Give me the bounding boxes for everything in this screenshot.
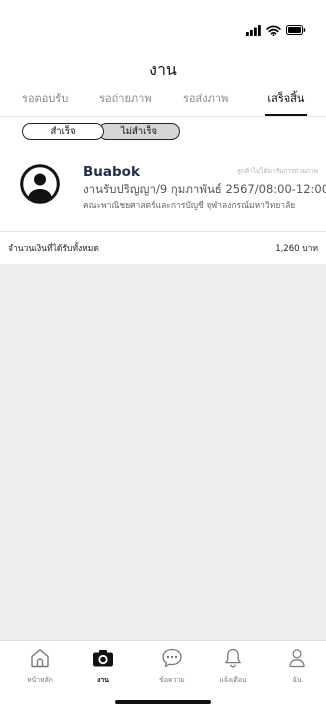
nav-label: ฉัน [292, 676, 302, 684]
bottom-nav: หน้าหลัก งาน ข้อความ แจ้งเตือน ฉัน [0, 640, 326, 708]
tab-awaiting-delivery[interactable]: รอส่งภาพ [166, 89, 246, 117]
signal-icon [246, 24, 261, 36]
nav-label: ข้อความ [159, 676, 185, 684]
camera-icon [91, 647, 115, 669]
tab-label: รอถ่ายภาพ [99, 92, 152, 105]
card-divider [0, 231, 326, 232]
tab-label: รอตอบรับ [22, 92, 69, 105]
page-title: งาน [149, 60, 177, 79]
nav-item-messages[interactable]: ข้อความ [144, 647, 200, 685]
tab-awaiting-acceptance[interactable]: รอตอบรับ [5, 89, 85, 117]
total-earnings-label: จำนวนเงินที่ได้รับทั้งหมด [8, 244, 99, 254]
chat-icon [160, 647, 184, 669]
tab-label: เสร็จสิ้น [267, 92, 305, 105]
wifi-icon [266, 25, 281, 36]
filter-successful-button[interactable]: สำเร็จ [22, 123, 104, 140]
total-earnings-amount: 1,260 บาท [275, 244, 318, 254]
job-status-note: ลูกค้าไม่ได้มารับการถ่ายภาพ [236, 167, 318, 175]
job-detail: งานรับปริญญา/9 กุมภาพันธ์ 2567/08:00-12:… [83, 182, 326, 196]
status-tabs: รอตอบรับ รอถ่ายภาพ รอส่งภาพ เสร็จสิ้น [5, 89, 326, 117]
tab-awaiting-shoot[interactable]: รอถ่ายภาพ [85, 89, 165, 117]
tab-label: รอส่งภาพ [182, 92, 229, 105]
status-bar [246, 24, 306, 36]
nav-item-home[interactable]: หน้าหลัก [12, 647, 68, 685]
job-location: คณะพาณิชยศาสตร์และการบัญชี จุฬาลงกรณ์มหา… [83, 201, 296, 211]
avatar [20, 164, 60, 204]
bell-icon [221, 647, 245, 669]
tab-completed[interactable]: เสร็จสิ้น [246, 89, 326, 117]
nav-label: หน้าหลัก [27, 676, 53, 684]
filter-unsuccessful-button[interactable]: ไม่สำเร็จ [98, 123, 180, 140]
home-icon [28, 647, 52, 669]
nav-item-jobs[interactable]: งาน [75, 647, 131, 685]
nav-label: แจ้งเตือน [219, 676, 247, 684]
user-icon [20, 164, 60, 208]
nav-label: งาน [97, 676, 109, 684]
empty-content-area [0, 264, 326, 640]
home-indicator[interactable] [115, 700, 211, 704]
profile-icon [285, 647, 309, 669]
battery-icon [286, 25, 306, 35]
app-screen: งาน รอตอบรับ รอถ่ายภาพ รอส่งภาพ เสร็จสิ้… [0, 0, 326, 708]
nav-item-profile[interactable]: ฉัน [269, 647, 325, 685]
tabs-divider [0, 116, 326, 117]
nav-item-notifications[interactable]: แจ้งเตือน [205, 647, 261, 685]
customer-name[interactable]: Buabok [83, 163, 140, 181]
